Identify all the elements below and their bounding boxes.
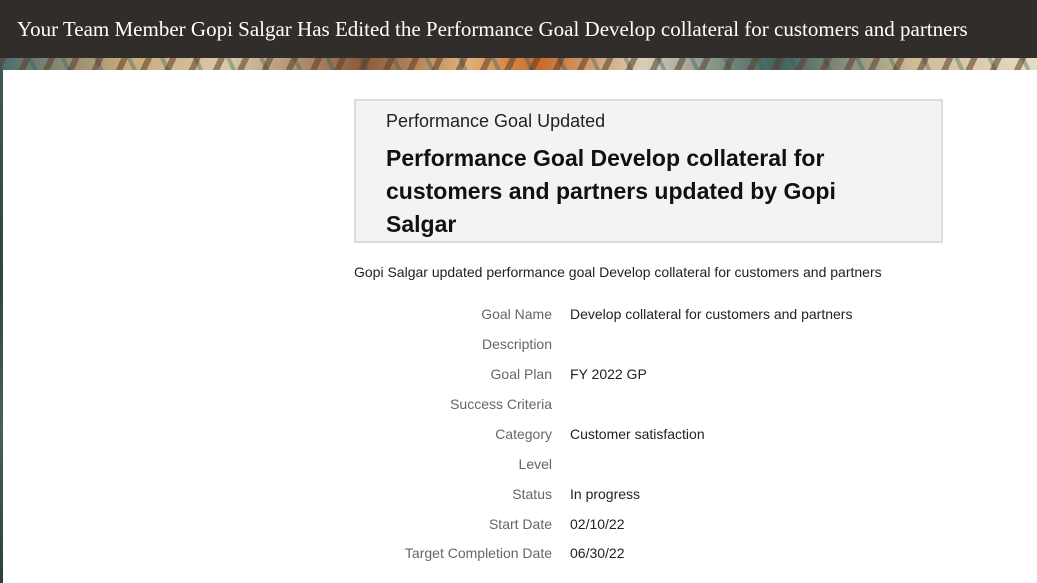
email-subject: Your Team Member Gopi Salgar Has Edited … bbox=[17, 17, 968, 41]
detail-row-status: Status In progress bbox=[354, 486, 994, 506]
detail-row-success-criteria: Success Criteria bbox=[354, 396, 994, 416]
notification-title: Performance Goal Develop collateral for … bbox=[386, 145, 836, 237]
detail-label: Start Date bbox=[488, 516, 552, 532]
email-subject-header: Your Team Member Gopi Salgar Has Edited … bbox=[0, 0, 1037, 58]
detail-label: Target Completion Date bbox=[404, 545, 552, 561]
detail-label: Level bbox=[518, 456, 552, 472]
detail-label: Category bbox=[495, 426, 552, 442]
decorative-banner bbox=[0, 58, 1037, 70]
notification-card: Performance Goal Updated Performance Goa… bbox=[354, 99, 943, 243]
detail-value: In progress bbox=[570, 486, 641, 502]
detail-label: Status bbox=[512, 486, 552, 502]
detail-row-target-completion-date: Target Completion Date 06/30/22 bbox=[354, 545, 994, 565]
detail-value: FY 2022 GP bbox=[570, 366, 647, 382]
detail-label: Description bbox=[481, 336, 552, 352]
notification-summary: Gopi Salgar updated performance goal Dev… bbox=[354, 264, 882, 280]
detail-row-goal-plan: Goal Plan FY 2022 GP bbox=[354, 366, 994, 386]
detail-row-description: Description bbox=[354, 336, 994, 356]
detail-row-goal-name: Goal Name Develop collateral for custome… bbox=[354, 306, 994, 326]
detail-row-category: Category Customer satisfaction bbox=[354, 426, 994, 446]
detail-label: Success Criteria bbox=[450, 396, 552, 412]
detail-value: Customer satisfaction bbox=[570, 426, 705, 442]
notification-type: Performance Goal Updated bbox=[386, 111, 606, 131]
detail-label: Goal Name bbox=[481, 306, 552, 322]
detail-value: 06/30/22 bbox=[570, 545, 625, 561]
detail-value: 02/10/22 bbox=[570, 516, 625, 532]
detail-row-level: Level bbox=[354, 456, 994, 476]
detail-label: Goal Plan bbox=[490, 366, 552, 382]
decorative-left-strip bbox=[0, 70, 3, 583]
detail-row-start-date: Start Date 02/10/22 bbox=[354, 516, 994, 536]
detail-value: Develop collateral for customers and par… bbox=[570, 306, 853, 322]
